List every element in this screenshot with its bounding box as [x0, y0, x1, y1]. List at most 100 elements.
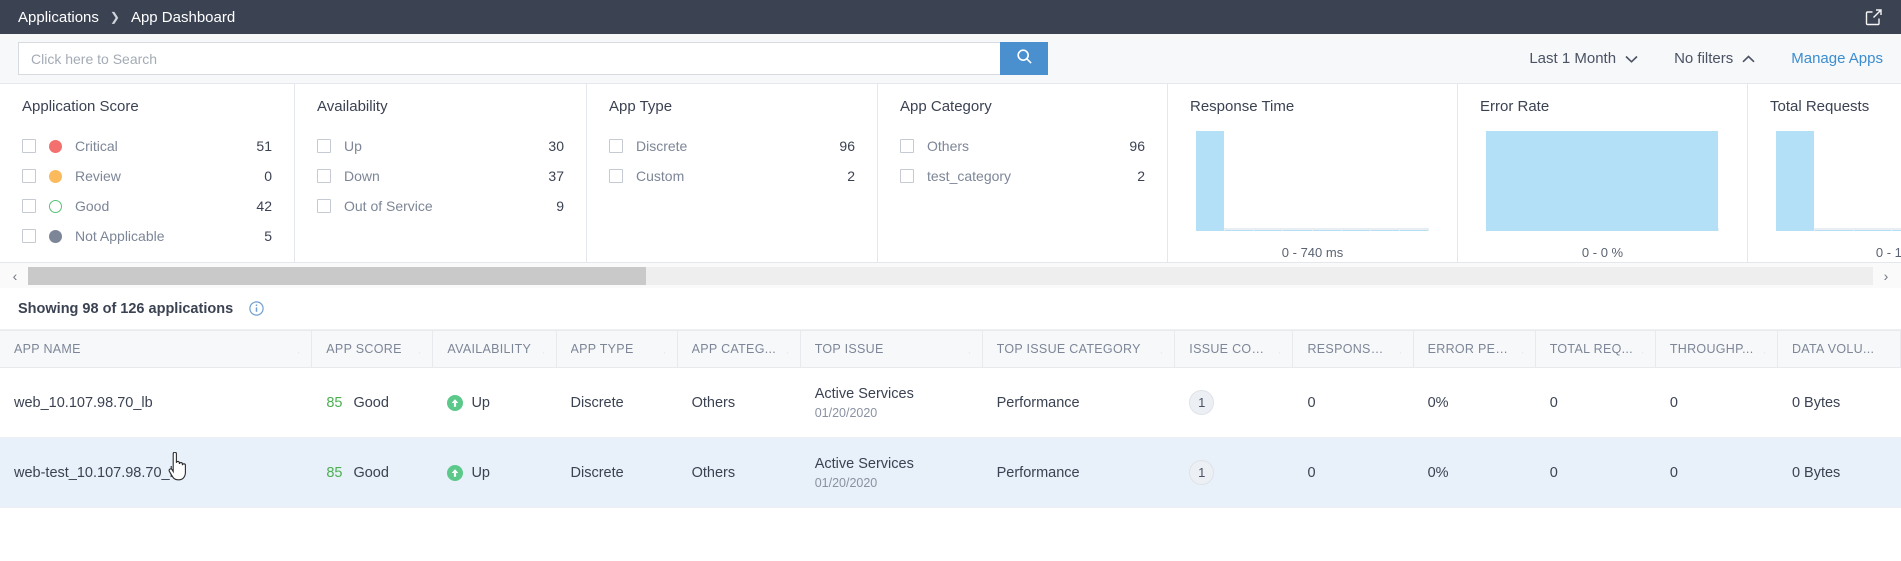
- chevron-down-icon: [1625, 55, 1638, 63]
- chart-bars: [1776, 131, 1901, 231]
- scroll-right-arrow-icon[interactable]: ›: [1879, 269, 1893, 283]
- column-header-top-issue[interactable]: TOP ISSUE: [801, 331, 983, 367]
- checkbox-discrete[interactable]: [609, 139, 623, 153]
- column-header-app-name[interactable]: APP NAME: [0, 331, 313, 367]
- checkbox-not-applicable[interactable]: [22, 229, 36, 243]
- column-header-top-issue-category[interactable]: TOP ISSUE CATEGORY: [983, 331, 1176, 367]
- filter-count: 2: [1137, 168, 1145, 184]
- search-button[interactable]: [1000, 42, 1048, 75]
- sort-icon[interactable]: [1271, 343, 1281, 356]
- checkbox-down[interactable]: [317, 169, 331, 183]
- filter-label: Down: [344, 168, 380, 184]
- issue-count-badge[interactable]: 1: [1189, 390, 1215, 415]
- checkbox-good[interactable]: [22, 199, 36, 213]
- filter-row-not-applicable[interactable]: Not Applicable 5: [22, 221, 272, 251]
- time-range-label: Last 1 Month: [1529, 50, 1617, 67]
- filter-row-down[interactable]: Down 37: [317, 161, 564, 191]
- column-header-availability[interactable]: AVAILABILITY: [433, 331, 557, 367]
- column-header-app-type[interactable]: APP TYPE: [557, 331, 678, 367]
- filter-row-critical[interactable]: Critical 51: [22, 131, 272, 161]
- filter-row-test-category[interactable]: test_category 2: [900, 161, 1145, 191]
- cards-horizontal-scrollbar[interactable]: ‹ ›: [0, 262, 1901, 288]
- response-time-histogram[interactable]: [1190, 131, 1435, 231]
- card-title: Total Requests: [1770, 98, 1870, 115]
- sort-icon[interactable]: [1756, 343, 1765, 356]
- score-label: Good: [353, 394, 389, 411]
- filter-row-custom[interactable]: Custom 2: [609, 161, 855, 191]
- column-header-error-percent[interactable]: ERROR PER...: [1414, 331, 1536, 367]
- filter-label: Custom: [636, 168, 685, 184]
- filter-card-error-rate: Error Rate 0 - 0 %: [1458, 84, 1748, 262]
- filters-selector[interactable]: No filters: [1674, 50, 1755, 67]
- column-header-app-score[interactable]: APP SCORE: [312, 331, 434, 367]
- checkbox-test-category[interactable]: [900, 169, 914, 183]
- checkbox-up[interactable]: [317, 139, 331, 153]
- filter-row-discrete[interactable]: Discrete 96: [609, 131, 855, 161]
- sort-icon[interactable]: [290, 343, 300, 356]
- chart-bar: [1892, 229, 1901, 231]
- total-requests-histogram[interactable]: [1770, 131, 1901, 231]
- top-bar: Applications ❯ App Dashboard: [0, 0, 1901, 34]
- sort-icon[interactable]: [535, 343, 544, 356]
- checkbox-review[interactable]: [22, 169, 36, 183]
- cell-app-name[interactable]: web_10.107.98.70_lb: [0, 368, 312, 437]
- chart-bar: [1776, 131, 1814, 231]
- column-label: APP SCORE: [326, 342, 402, 356]
- filter-card-total-requests: Total Requests 0 - 10: [1748, 84, 1901, 262]
- results-summary-row: Showing 98 of 126 applications: [0, 288, 1901, 330]
- search-input[interactable]: [18, 42, 1000, 75]
- cell-data-volume: 0 Bytes: [1791, 464, 1841, 481]
- column-label: THROUGHP...: [1669, 342, 1754, 356]
- column-header-response-time[interactable]: RESPONSE ...: [1293, 331, 1414, 367]
- sort-icon[interactable]: [1514, 343, 1523, 356]
- filter-row-others[interactable]: Others 96: [900, 131, 1145, 161]
- scrollbar-thumb[interactable]: [28, 266, 647, 285]
- error-rate-histogram[interactable]: [1480, 131, 1725, 231]
- status-dot-not-applicable: [49, 229, 62, 243]
- cell-app-type: Discrete: [570, 464, 624, 481]
- sort-icon[interactable]: [1392, 343, 1401, 356]
- sort-icon[interactable]: [1153, 343, 1163, 356]
- filter-row-out-of-service[interactable]: Out of Service 9: [317, 191, 564, 221]
- issue-count-badge[interactable]: 1: [1189, 460, 1215, 485]
- column-header-total-requests[interactable]: TOTAL REQ...: [1536, 331, 1656, 367]
- cell-response-time: 0: [1307, 464, 1316, 481]
- chart-bar: [1486, 131, 1718, 231]
- cell-app-type: Discrete: [570, 394, 624, 411]
- info-icon[interactable]: [249, 301, 264, 316]
- scroll-left-arrow-icon[interactable]: ‹: [8, 269, 22, 283]
- manage-apps-link[interactable]: Manage Apps: [1791, 50, 1883, 67]
- sort-icon[interactable]: [1634, 343, 1643, 356]
- table-row[interactable]: web_10.107.98.70_lb 85 Good Up Discrete …: [0, 368, 1901, 438]
- external-link-icon[interactable]: [1865, 8, 1883, 26]
- checkbox-others[interactable]: [900, 139, 914, 153]
- table-row[interactable]: web-test_10.107.98.70_lb 85 Good Up Disc…: [0, 438, 1901, 508]
- checkbox-custom[interactable]: [609, 169, 623, 183]
- checkbox-critical[interactable]: [22, 139, 36, 153]
- filter-row-up[interactable]: Up 30: [317, 131, 564, 161]
- filter-row-review[interactable]: Review 0: [22, 161, 272, 191]
- cell-app-name[interactable]: web-test_10.107.98.70_lb: [0, 438, 312, 507]
- cell-top-issue[interactable]: Active Services 01/20/2020: [801, 438, 983, 507]
- sort-icon[interactable]: [779, 343, 788, 356]
- column-header-data-volume[interactable]: DATA VOLU...: [1778, 331, 1901, 367]
- column-label: AVAILABILITY: [447, 342, 532, 356]
- breadcrumb-applications[interactable]: Applications: [18, 9, 99, 26]
- column-header-app-category[interactable]: APP CATEG...: [678, 331, 801, 367]
- chart-range-label: 0 - 0 %: [1581, 245, 1624, 260]
- cell-availability: Up: [433, 368, 556, 437]
- search-bar: [18, 42, 1048, 75]
- column-label: APP TYPE: [570, 342, 634, 356]
- cell-top-issue[interactable]: Active Services 01/20/2020: [801, 368, 983, 437]
- column-label: APP NAME: [14, 342, 81, 356]
- column-header-throughput[interactable]: THROUGHP...: [1656, 331, 1778, 367]
- sort-icon[interactable]: [411, 343, 421, 356]
- sort-icon[interactable]: [961, 343, 970, 356]
- sort-icon[interactable]: [656, 343, 665, 356]
- column-label: TOTAL REQ...: [1549, 342, 1633, 356]
- checkbox-out-of-service[interactable]: [317, 199, 331, 213]
- column-header-issue-count[interactable]: ISSUE COU...: [1175, 331, 1294, 367]
- filter-row-good[interactable]: Good 42: [22, 191, 272, 221]
- time-range-selector[interactable]: Last 1 Month: [1529, 50, 1638, 67]
- scrollbar-track[interactable]: [28, 266, 1873, 285]
